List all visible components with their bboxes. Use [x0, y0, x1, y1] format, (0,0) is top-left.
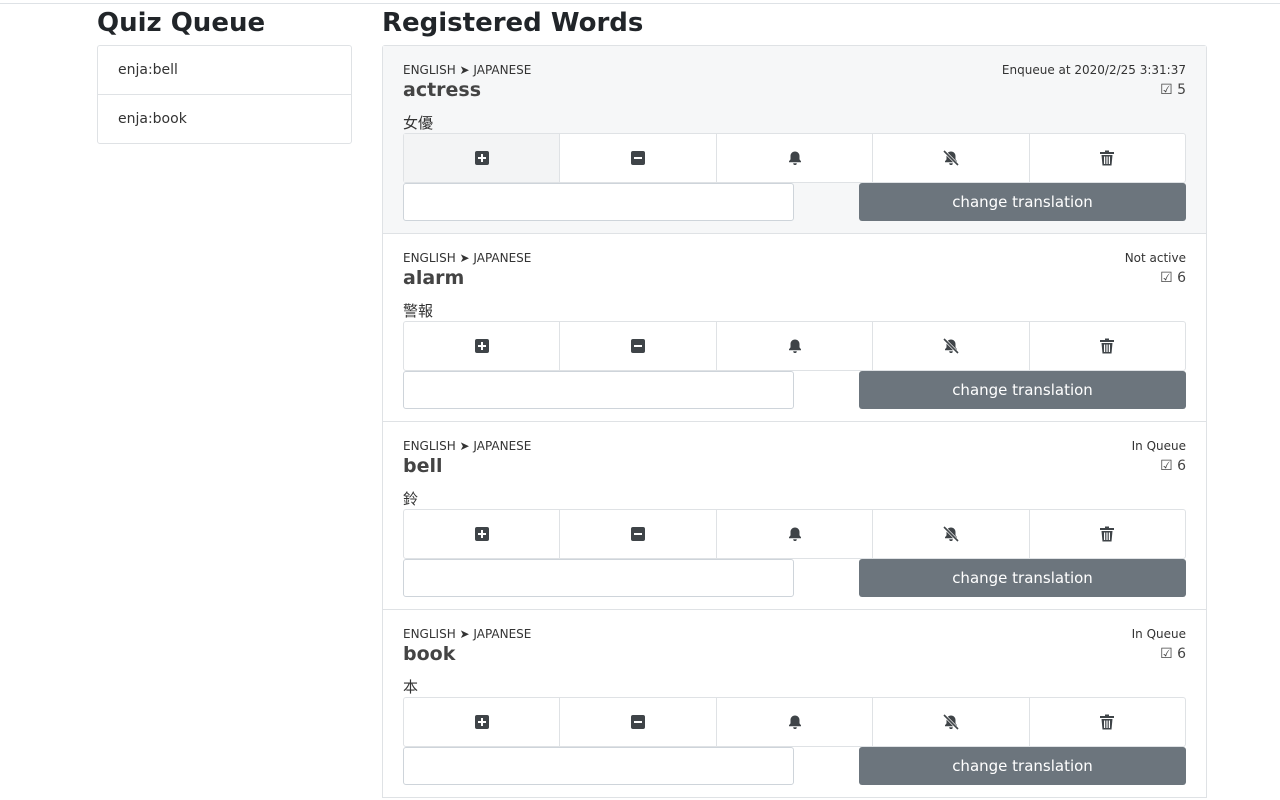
- change-translation-button[interactable]: change translation: [859, 747, 1186, 785]
- word-status: Enqueue at 2020/2/25 3:31:37: [1001, 63, 1186, 77]
- increase-button[interactable]: [404, 322, 561, 370]
- bell-slash-icon: [942, 714, 959, 730]
- quiz-queue-title: Quiz Queue: [97, 8, 266, 38]
- translation-text: 鈴: [403, 490, 419, 508]
- plus-square-icon: [474, 715, 489, 729]
- language-pair: ENGLISH ➤ JAPANESE: [403, 439, 532, 453]
- trash-icon: [1100, 714, 1115, 730]
- deactivate-button[interactable]: [873, 322, 1030, 370]
- increase-button[interactable]: [404, 134, 561, 182]
- word-text: book: [403, 643, 456, 665]
- word-text: actress: [403, 79, 482, 101]
- translation-input[interactable]: [403, 183, 794, 221]
- word-text: bell: [403, 455, 443, 477]
- language-pair: ENGLISH ➤ JAPANESE: [403, 63, 532, 77]
- delete-button[interactable]: [1030, 322, 1185, 370]
- word-actions: [403, 133, 1186, 183]
- check-count: ☑ 6: [1160, 458, 1186, 474]
- activate-button[interactable]: [717, 322, 874, 370]
- quiz-queue-list: enja:bell enja:book: [97, 45, 352, 144]
- registered-words-title: Registered Words: [382, 8, 644, 38]
- word-status: Not active: [1124, 251, 1186, 265]
- word-actions: [403, 509, 1186, 559]
- plus-square-icon: [474, 339, 489, 353]
- deactivate-button[interactable]: [873, 134, 1030, 182]
- word-list: ENGLISH ➤ JAPANESE Enqueue at 2020/2/25 …: [382, 45, 1207, 798]
- bell-icon: [788, 151, 801, 165]
- delete-button[interactable]: [1030, 510, 1185, 558]
- check-count: ☑ 6: [1160, 270, 1186, 286]
- check-count: ☑ 5: [1160, 82, 1186, 98]
- decrease-button[interactable]: [560, 510, 717, 558]
- change-translation-button[interactable]: change translation: [859, 183, 1186, 221]
- translation-text: 女優: [403, 114, 434, 132]
- deactivate-button[interactable]: [873, 698, 1030, 746]
- queue-item-bell[interactable]: enja:bell: [98, 46, 351, 95]
- plus-square-icon: [474, 527, 489, 541]
- decrease-button[interactable]: [560, 134, 717, 182]
- delete-button[interactable]: [1030, 134, 1185, 182]
- translation-input[interactable]: [403, 747, 794, 785]
- minus-square-icon: [631, 715, 646, 729]
- word-status: In Queue: [1131, 439, 1186, 453]
- activate-button[interactable]: [717, 698, 874, 746]
- word-card-3: ENGLISH ➤ JAPANESE In Queue book ☑ 6 本 c…: [383, 610, 1206, 798]
- increase-button[interactable]: [404, 510, 561, 558]
- bell-slash-icon: [942, 526, 959, 542]
- bell-slash-icon: [942, 150, 959, 166]
- minus-square-icon: [631, 527, 646, 541]
- bell-icon: [788, 527, 801, 541]
- activate-button[interactable]: [717, 510, 874, 558]
- word-actions: [403, 697, 1186, 747]
- top-border: [0, 3, 1280, 4]
- word-text: alarm: [403, 267, 465, 289]
- change-translation-button[interactable]: change translation: [859, 371, 1186, 409]
- word-status: In Queue: [1131, 627, 1186, 641]
- bell-slash-icon: [942, 338, 959, 354]
- queue-item-book[interactable]: enja:book: [98, 95, 351, 143]
- translation-text: 警報: [403, 302, 434, 320]
- translation-text: 本: [403, 678, 419, 696]
- language-pair: ENGLISH ➤ JAPANESE: [403, 251, 532, 265]
- delete-button[interactable]: [1030, 698, 1185, 746]
- language-pair: ENGLISH ➤ JAPANESE: [403, 627, 532, 641]
- bell-icon: [788, 339, 801, 353]
- translation-input[interactable]: [403, 559, 794, 597]
- word-card-1: ENGLISH ➤ JAPANESE Not active alarm ☑ 6 …: [383, 234, 1206, 422]
- word-card-2: ENGLISH ➤ JAPANESE In Queue bell ☑ 6 鈴 c…: [383, 422, 1206, 610]
- check-count: ☑ 6: [1160, 646, 1186, 662]
- bell-icon: [788, 715, 801, 729]
- activate-button[interactable]: [717, 134, 874, 182]
- minus-square-icon: [631, 339, 646, 353]
- decrease-button[interactable]: [560, 698, 717, 746]
- trash-icon: [1100, 526, 1115, 542]
- change-translation-button[interactable]: change translation: [859, 559, 1186, 597]
- decrease-button[interactable]: [560, 322, 717, 370]
- word-card-0: ENGLISH ➤ JAPANESE Enqueue at 2020/2/25 …: [383, 46, 1206, 234]
- minus-square-icon: [631, 151, 646, 165]
- trash-icon: [1100, 338, 1115, 354]
- word-actions: [403, 321, 1186, 371]
- plus-square-icon: [474, 151, 489, 165]
- trash-icon: [1100, 150, 1115, 166]
- increase-button[interactable]: [404, 698, 561, 746]
- translation-input[interactable]: [403, 371, 794, 409]
- deactivate-button[interactable]: [873, 510, 1030, 558]
